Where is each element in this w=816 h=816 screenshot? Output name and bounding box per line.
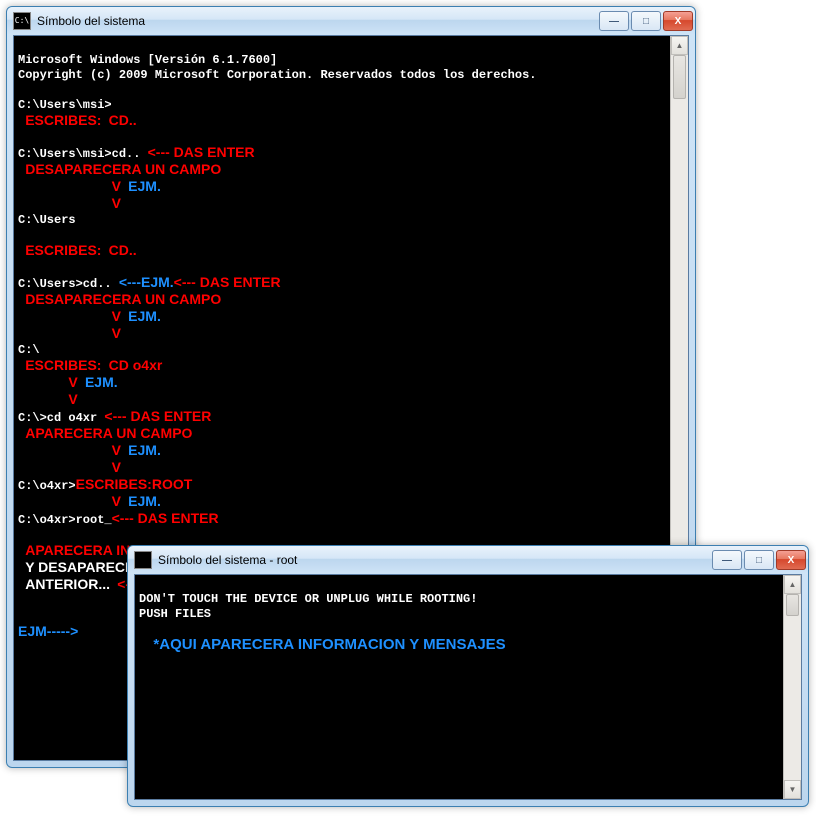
annotation-ejm: EJM. <box>128 493 161 509</box>
arrow-down-icon: V <box>112 442 121 458</box>
scroll-track[interactable] <box>784 594 801 780</box>
annotation-das-enter: <--- DAS ENTER <box>112 510 219 526</box>
line: Copyright (c) 2009 Microsoft Corporation… <box>18 68 536 82</box>
line: C:\ <box>18 343 40 357</box>
vertical-scrollbar[interactable]: ▲ ▼ <box>783 575 801 799</box>
annotation-cd: CD.. <box>109 112 137 128</box>
line: C:\Users\msi>cd.. <box>18 147 140 161</box>
line: DON'T TOUCH THE DEVICE OR UNPLUG WHILE R… <box>139 592 477 606</box>
titlebar[interactable]: C:\ Símbolo del sistema — □ X <box>7 7 695 35</box>
line: C:\Users>cd.. <box>18 277 112 291</box>
arrow-down-icon: V <box>112 459 121 475</box>
cmd-icon <box>134 551 152 569</box>
line: C:\Users <box>18 213 76 227</box>
arrow-down-icon: V <box>68 391 77 407</box>
window-title: Símbolo del sistema - root <box>158 553 710 567</box>
line: C:\Users\msi> <box>18 98 112 112</box>
annotation-aqui-aparecera: *AQUI APARECERA INFORMACION Y MENSAJES <box>153 636 505 653</box>
arrow-down-icon: V <box>112 308 121 324</box>
scroll-down-button[interactable]: ▼ <box>784 780 801 799</box>
cmd-icon: C:\ <box>13 12 31 30</box>
arrow-down-icon: V <box>112 325 121 341</box>
window-title: Símbolo del sistema <box>37 14 597 28</box>
annotation-escribes: ESCRIBES: <box>25 242 101 258</box>
annotation-escribes: ESCRIBES: <box>25 112 101 128</box>
arrow-down-icon: V <box>112 195 121 211</box>
annotation-cd-o4xr: CD o4xr <box>109 357 163 373</box>
line: Microsoft Windows [Versión 6.1.7600] <box>18 53 277 67</box>
maximize-button[interactable]: □ <box>744 550 774 570</box>
annotation-aparecera-campo: APARECERA UN CAMPO <box>25 425 192 441</box>
scroll-thumb[interactable] <box>786 594 799 616</box>
annotation-ejm-arrow: EJM-----> <box>18 623 78 639</box>
annotation-desaparecera: DESAPARECERA UN CAMPO <box>25 161 221 177</box>
annotation-desaparecera: DESAPARECERA UN CAMPO <box>25 291 221 307</box>
close-button[interactable]: X <box>776 550 806 570</box>
line: C:\o4xr>root_ <box>18 513 112 527</box>
annotation-ejm-inline: <---EJM. <box>119 274 174 290</box>
annotation-escribes: ESCRIBES: <box>76 476 152 492</box>
maximize-button[interactable]: □ <box>631 11 661 31</box>
close-button[interactable]: X <box>663 11 693 31</box>
minimize-button[interactable]: — <box>599 11 629 31</box>
scroll-up-button[interactable]: ▲ <box>784 575 801 594</box>
arrow-down-icon: V <box>112 178 121 194</box>
annotation-das-enter: <--- DAS ENTER <box>148 144 255 160</box>
annotation-das-enter: <--- DAS ENTER <box>104 408 211 424</box>
console-client: DON'T TOUCH THE DEVICE OR UNPLUG WHILE R… <box>134 574 802 800</box>
annotation-root: ROOT <box>152 476 192 492</box>
scroll-thumb[interactable] <box>673 55 686 99</box>
minimize-button[interactable]: — <box>712 550 742 570</box>
line: C:\>cd o4xr <box>18 411 97 425</box>
console-output[interactable]: DON'T TOUCH THE DEVICE OR UNPLUG WHILE R… <box>135 575 784 799</box>
annotation-ejm: EJM. <box>128 178 161 194</box>
scroll-up-button[interactable]: ▲ <box>671 36 688 55</box>
annotation-ejm: EJM. <box>128 308 161 324</box>
line: C:\o4xr> <box>18 479 76 493</box>
titlebar[interactable]: Símbolo del sistema - root — □ X <box>128 546 808 574</box>
annotation-cd: CD.. <box>109 242 137 258</box>
annotation-das-enter: <--- DAS ENTER <box>174 274 281 290</box>
line: PUSH FILES <box>139 607 211 621</box>
arrow-down-icon: V <box>112 493 121 509</box>
arrow-down-icon: V <box>68 374 77 390</box>
window-controls: — □ X <box>710 550 806 570</box>
annotation-anterior: ANTERIOR... <box>25 576 110 592</box>
annotation-escribes: ESCRIBES: <box>25 357 101 373</box>
cmd-window-root: Símbolo del sistema - root — □ X DON'T T… <box>127 545 809 807</box>
annotation-ejm: EJM. <box>85 374 118 390</box>
window-controls: — □ X <box>597 11 693 31</box>
annotation-ejm: EJM. <box>128 442 161 458</box>
